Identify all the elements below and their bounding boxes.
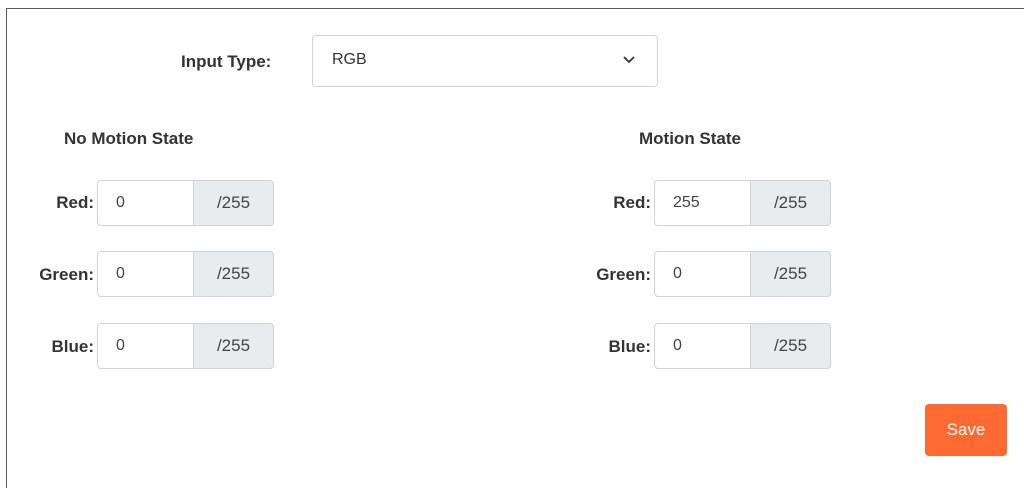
no-motion-blue-label: Blue: <box>51 337 95 356</box>
no-motion-green-max: /255 <box>194 251 274 297</box>
motion-green-label: Green: <box>596 265 651 284</box>
no-motion-blue-max: /255 <box>194 323 274 369</box>
no-motion-red-label: Red: <box>56 193 94 212</box>
save-button[interactable]: Save <box>925 404 1007 456</box>
motion-green-max: /255 <box>751 251 831 297</box>
motion-red-input[interactable] <box>654 180 751 226</box>
motion-red-max: /255 <box>751 180 831 226</box>
motion-green-input[interactable] <box>654 251 751 297</box>
no-motion-red-max: /255 <box>194 180 274 226</box>
no-motion-green-input[interactable] <box>97 251 194 297</box>
motion-blue-label: Blue: <box>608 337 652 356</box>
chevron-down-icon <box>623 56 635 64</box>
input-type-select[interactable]: RGB <box>312 35 658 87</box>
motion-state-title: Motion State <box>639 129 741 148</box>
motion-red-label: Red: <box>613 193 651 212</box>
no-motion-state-title: No Motion State <box>64 129 194 148</box>
no-motion-green-label: Green: <box>39 265 94 284</box>
motion-blue-input[interactable] <box>654 323 751 369</box>
no-motion-red-input[interactable] <box>97 180 194 226</box>
input-type-value: RGB <box>332 51 367 68</box>
no-motion-blue-input[interactable] <box>97 323 194 369</box>
input-type-label: Input Type: <box>181 52 272 71</box>
motion-blue-max: /255 <box>751 323 831 369</box>
